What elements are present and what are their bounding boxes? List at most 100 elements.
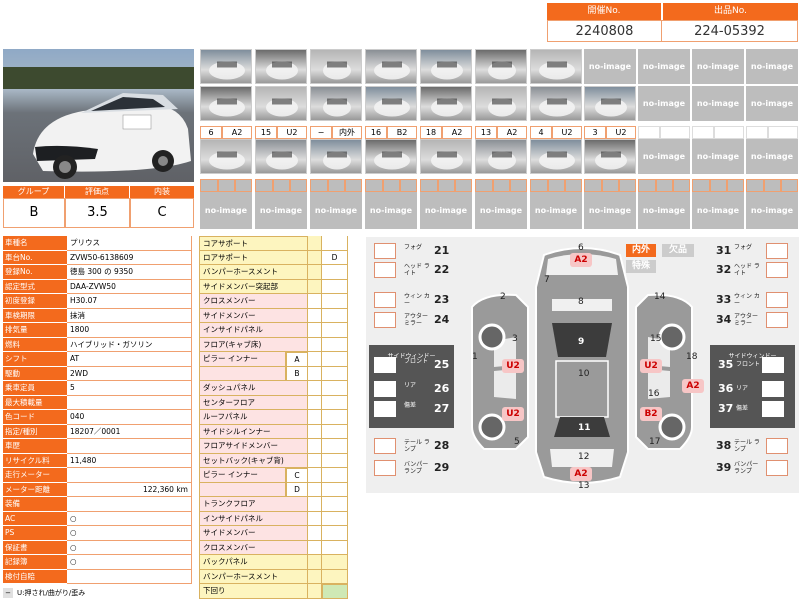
damage-badge[interactable]: A2 (682, 379, 704, 393)
damage-cell[interactable] (322, 381, 348, 396)
thumbnail-no-image-2-9[interactable]: no-image (692, 139, 744, 174)
damage-cell[interactable] (308, 279, 322, 294)
thumbnail-no-image-bottom-8[interactable]: no-image (638, 193, 690, 229)
thumbnail-no-image-bottom-0[interactable]: no-image (200, 193, 252, 229)
damage-cell[interactable] (322, 453, 348, 468)
thumbnail-photo-1-5[interactable] (475, 86, 527, 121)
option-checkbox[interactable] (374, 312, 396, 328)
damage-cell[interactable] (308, 497, 322, 512)
option-checkbox[interactable] (374, 401, 396, 417)
thumbnail-no-image-bottom-7[interactable]: no-image (584, 193, 636, 229)
damage-cell[interactable] (322, 294, 348, 309)
option-checkbox[interactable] (766, 243, 788, 259)
damage-cell[interactable] (322, 482, 348, 497)
thumbnail-no-image-bottom-5[interactable]: no-image (475, 193, 527, 229)
damage-cell[interactable] (322, 323, 348, 338)
option-checkbox[interactable] (766, 292, 788, 308)
thumbnail-photo-0-0[interactable] (200, 49, 252, 84)
damage-badge[interactable]: A2 (570, 467, 592, 481)
damage-cell[interactable] (308, 323, 322, 338)
thumbnail-photo-1-3[interactable] (365, 86, 417, 121)
damage-cell[interactable]: D (322, 250, 348, 265)
thumbnail-photo-1-6[interactable] (530, 86, 582, 121)
thumbnail-no-image-1-10[interactable]: no-image (746, 86, 798, 121)
damage-badge[interactable]: U2 (502, 407, 524, 421)
damage-badge[interactable]: U2 (502, 359, 524, 373)
damage-cell[interactable] (308, 584, 322, 599)
damage-cell[interactable] (308, 439, 322, 454)
option-checkbox[interactable] (762, 401, 784, 417)
damage-badge[interactable]: U2 (640, 359, 662, 373)
option-checkbox[interactable] (374, 262, 396, 278)
damage-cell[interactable] (322, 555, 348, 570)
thumbnail-no-image-2-10[interactable]: no-image (746, 139, 798, 174)
damage-cell[interactable] (308, 250, 322, 265)
damage-badge[interactable]: B2 (640, 407, 662, 421)
option-checkbox[interactable] (766, 438, 788, 454)
thumbnail-photo-0-5[interactable] (475, 49, 527, 84)
damage-cell[interactable] (322, 540, 348, 555)
thumbnail-photo-1-1[interactable] (255, 86, 307, 121)
damage-cell[interactable] (322, 279, 348, 294)
damage-cell[interactable] (322, 497, 348, 512)
damage-cell[interactable] (308, 424, 322, 439)
thumbnail-no-image-0-8[interactable]: no-image (638, 49, 690, 84)
damage-cell[interactable] (308, 511, 322, 526)
thumbnail-no-image-2-8[interactable]: no-image (638, 139, 690, 174)
thumbnail-photo-2-2[interactable] (310, 139, 362, 174)
thumbnail-no-image-bottom-4[interactable]: no-image (420, 193, 472, 229)
damage-cell[interactable] (322, 308, 348, 323)
thumbnail-photo-0-1[interactable] (255, 49, 307, 84)
thumbnail-photo-2-1[interactable] (255, 139, 307, 174)
damage-cell[interactable] (322, 569, 348, 584)
thumbnail-no-image-bottom-6[interactable]: no-image (530, 193, 582, 229)
thumbnail-no-image-1-8[interactable]: no-image (638, 86, 690, 121)
damage-cell[interactable] (322, 337, 348, 352)
thumbnail-photo-2-4[interactable] (420, 139, 472, 174)
thumbnail-photo-0-4[interactable] (420, 49, 472, 84)
damage-cell[interactable] (322, 511, 348, 526)
damage-cell[interactable] (322, 424, 348, 439)
option-checkbox[interactable] (766, 262, 788, 278)
damage-cell[interactable] (308, 337, 322, 352)
thumbnail-no-image-0-10[interactable]: no-image (746, 49, 798, 84)
damage-cell[interactable] (322, 366, 348, 381)
thumbnail-no-image-0-7[interactable]: no-image (584, 49, 636, 84)
thumbnail-photo-1-2[interactable] (310, 86, 362, 121)
thumbnail-photo-2-7[interactable] (584, 139, 636, 174)
damage-cell[interactable] (322, 468, 348, 483)
damage-cell[interactable] (308, 410, 322, 425)
thumbnail-no-image-bottom-10[interactable]: no-image (746, 193, 798, 229)
damage-cell[interactable] (322, 352, 348, 367)
option-checkbox[interactable] (762, 381, 784, 397)
thumbnail-photo-1-4[interactable] (420, 86, 472, 121)
option-checkbox[interactable] (374, 357, 396, 373)
thumbnail-photo-2-3[interactable] (365, 139, 417, 174)
thumbnail-photo-2-5[interactable] (475, 139, 527, 174)
damage-cell[interactable] (308, 236, 322, 251)
thumbnail-no-image-bottom-2[interactable]: no-image (310, 193, 362, 229)
damage-cell[interactable] (308, 453, 322, 468)
damage-cell[interactable] (308, 308, 322, 323)
thumbnail-photo-0-2[interactable] (310, 49, 362, 84)
option-checkbox[interactable] (766, 312, 788, 328)
thumbnail-no-image-bottom-1[interactable]: no-image (255, 193, 307, 229)
damage-badge[interactable]: A2 (570, 253, 592, 267)
option-checkbox[interactable] (374, 292, 396, 308)
damage-cell[interactable] (322, 395, 348, 410)
thumbnail-no-image-0-9[interactable]: no-image (692, 49, 744, 84)
damage-cell[interactable] (308, 381, 322, 396)
damage-cell[interactable] (322, 265, 348, 280)
damage-cell[interactable] (308, 540, 322, 555)
option-checkbox[interactable] (762, 357, 784, 373)
thumbnail-no-image-bottom-9[interactable]: no-image (692, 193, 744, 229)
damage-cell[interactable] (308, 395, 322, 410)
damage-cell[interactable] (308, 555, 322, 570)
damage-cell[interactable] (308, 526, 322, 541)
option-checkbox[interactable] (766, 460, 788, 476)
damage-cell[interactable] (322, 236, 348, 251)
damage-cell[interactable] (308, 294, 322, 309)
thumbnail-no-image-1-9[interactable]: no-image (692, 86, 744, 121)
thumbnail-photo-1-7[interactable] (584, 86, 636, 121)
thumbnail-photo-2-6[interactable] (530, 139, 582, 174)
